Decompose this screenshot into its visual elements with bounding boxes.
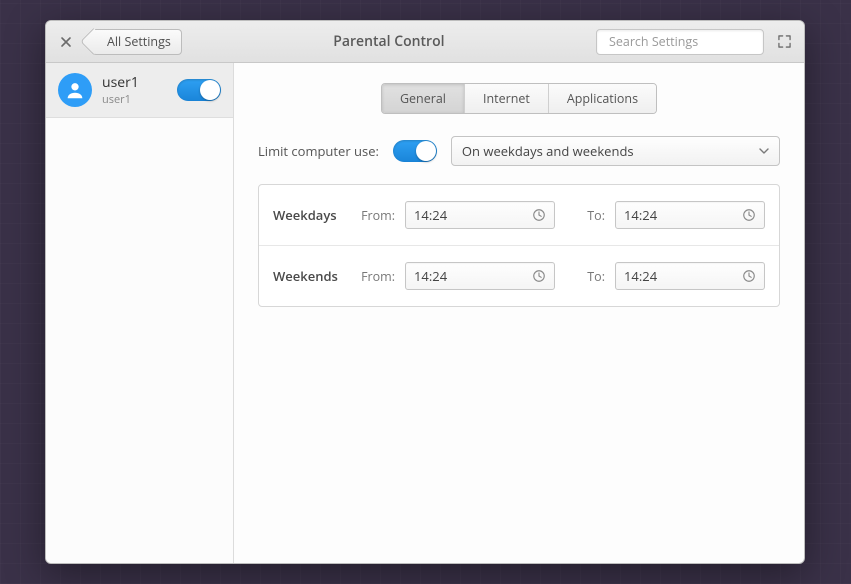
- clock-icon: [742, 208, 756, 222]
- weekdays-to-time[interactable]: 14:24: [615, 201, 765, 229]
- schedule-row-weekdays: Weekdays From: 14:24 To: 14:24: [259, 185, 779, 245]
- user-display-name: user1: [102, 73, 167, 92]
- user-username: user1: [102, 92, 167, 107]
- maximize-button[interactable]: [772, 30, 796, 54]
- user-list-item[interactable]: user1 user1: [46, 63, 233, 118]
- tab-label: Internet: [483, 90, 530, 107]
- limit-row: Limit computer use: On weekdays and week…: [258, 136, 780, 166]
- time-value: 14:24: [414, 267, 447, 285]
- time-value: 14:24: [624, 267, 657, 285]
- window-title: Parental Control: [190, 32, 588, 51]
- time-value: 14:24: [414, 206, 447, 224]
- time-value: 14:24: [624, 206, 657, 224]
- schedule-row-label: Weekdays: [273, 206, 345, 224]
- tab-general[interactable]: General: [382, 84, 465, 113]
- to-label: To:: [565, 207, 605, 224]
- clock-icon: [742, 269, 756, 283]
- weekends-from-time[interactable]: 14:24: [405, 262, 555, 290]
- tab-internet[interactable]: Internet: [465, 84, 549, 113]
- limit-label: Limit computer use:: [258, 142, 379, 160]
- tab-label: General: [400, 90, 446, 107]
- clock-icon: [532, 269, 546, 283]
- settings-window: All Settings Parental Control user1 user…: [45, 20, 805, 564]
- user-names: user1 user1: [102, 73, 167, 107]
- back-label: All Settings: [107, 33, 171, 50]
- back-all-settings-button[interactable]: All Settings: [92, 29, 182, 55]
- schedule-panel: Weekdays From: 14:24 To: 14:24 Weekends …: [258, 184, 780, 307]
- search-input[interactable]: [609, 33, 767, 50]
- schedule-row-weekends: Weekends From: 14:24 To: 14:24: [259, 245, 779, 306]
- window-body: user1 user1 General Internet Application…: [46, 63, 804, 563]
- from-label: From:: [355, 268, 395, 285]
- close-icon: [60, 36, 72, 48]
- limit-mode-value: On weekdays and weekends: [462, 142, 634, 160]
- chevron-down-icon: [759, 146, 769, 156]
- tab-bar: General Internet Applications: [258, 83, 780, 114]
- tab-applications[interactable]: Applications: [549, 84, 656, 113]
- search-field[interactable]: [596, 29, 764, 55]
- limit-mode-select[interactable]: On weekdays and weekends: [451, 136, 780, 166]
- close-button[interactable]: [54, 30, 78, 54]
- weekdays-from-time[interactable]: 14:24: [405, 201, 555, 229]
- main-panel: General Internet Applications Limit comp…: [234, 63, 804, 563]
- user-enable-toggle[interactable]: [177, 79, 221, 101]
- to-label: To:: [565, 268, 605, 285]
- user-sidebar: user1 user1: [46, 63, 234, 563]
- tab-label: Applications: [567, 90, 638, 107]
- from-label: From:: [355, 207, 395, 224]
- limit-toggle[interactable]: [393, 140, 437, 162]
- weekends-to-time[interactable]: 14:24: [615, 262, 765, 290]
- schedule-row-label: Weekends: [273, 267, 345, 285]
- titlebar: All Settings Parental Control: [46, 21, 804, 63]
- user-icon: [64, 79, 86, 101]
- tab-group: General Internet Applications: [381, 83, 657, 114]
- expand-icon: [778, 35, 791, 48]
- avatar: [58, 73, 92, 107]
- clock-icon: [532, 208, 546, 222]
